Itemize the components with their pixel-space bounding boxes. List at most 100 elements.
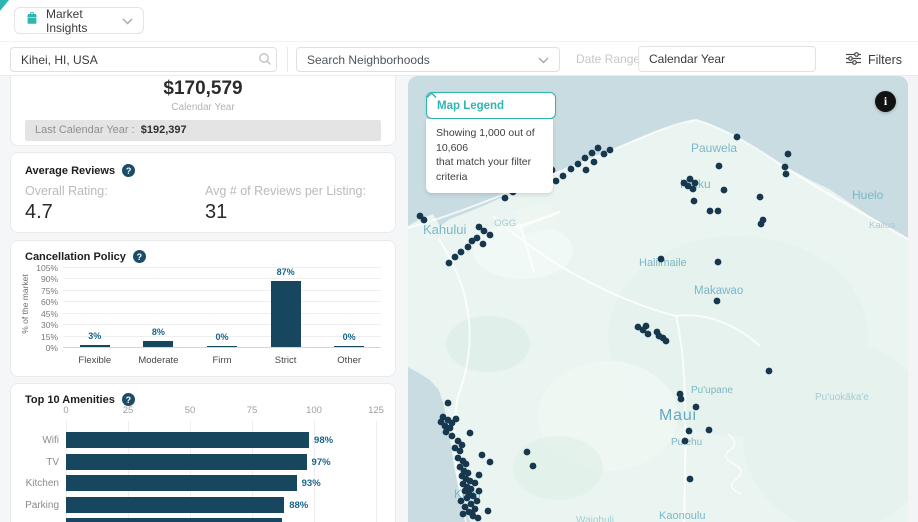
bar-partial bbox=[66, 518, 282, 522]
listing-dot[interactable] bbox=[681, 437, 689, 445]
listing-dot[interactable] bbox=[600, 150, 608, 158]
listing-dot[interactable] bbox=[445, 259, 453, 267]
listing-dot[interactable] bbox=[644, 330, 652, 338]
listing-dot[interactable] bbox=[782, 170, 790, 178]
listing-dot[interactable] bbox=[574, 160, 582, 168]
listing-dot[interactable] bbox=[657, 255, 665, 263]
listing-dot[interactable] bbox=[757, 220, 765, 228]
listing-dot[interactable] bbox=[692, 403, 700, 411]
listing-dot[interactable] bbox=[464, 469, 472, 477]
listing-dot[interactable] bbox=[448, 432, 456, 440]
listing-dot[interactable] bbox=[466, 429, 474, 437]
map-legend-description: Showing 1,000 out of 10,606 that match y… bbox=[426, 119, 553, 193]
listing-dot[interactable] bbox=[479, 240, 487, 248]
listing-dot[interactable] bbox=[471, 479, 479, 487]
map-place-label: Pu'upane bbox=[691, 385, 733, 396]
listing-dot[interactable] bbox=[582, 166, 590, 174]
bar-other bbox=[334, 345, 365, 347]
listing-dot[interactable] bbox=[475, 471, 483, 479]
map-legend-toggle[interactable]: Map Legend bbox=[426, 92, 556, 119]
average-reviews-card: Average Reviews ? Overall Rating: 4.7 Av… bbox=[10, 152, 396, 233]
listing-dot[interactable] bbox=[468, 237, 476, 245]
help-icon[interactable]: ? bbox=[122, 164, 136, 177]
bar-value-label: 8% bbox=[151, 326, 165, 337]
listing-dot[interactable] bbox=[463, 494, 471, 502]
listing-dot[interactable] bbox=[590, 158, 598, 166]
listing-dot[interactable] bbox=[686, 475, 694, 483]
listing-dot[interactable] bbox=[765, 367, 773, 375]
listing-dot[interactable] bbox=[458, 441, 466, 449]
right-gutter bbox=[908, 76, 918, 522]
y-axis-tick: 105% bbox=[36, 263, 58, 273]
x-axis-tick: 125 bbox=[368, 405, 384, 416]
listing-dot[interactable] bbox=[420, 216, 428, 224]
map-place-label: Waiohuli bbox=[576, 515, 614, 522]
listing-dot[interactable] bbox=[567, 165, 575, 173]
date-range-input[interactable] bbox=[638, 46, 816, 72]
listing-dot[interactable] bbox=[444, 399, 452, 407]
listing-dot[interactable] bbox=[720, 186, 728, 194]
listing-dot[interactable] bbox=[464, 243, 472, 251]
listing-dot[interactable] bbox=[653, 328, 661, 336]
bar-category-label: Kitchen bbox=[25, 478, 59, 489]
listing-dot[interactable] bbox=[452, 415, 460, 423]
filters-button[interactable]: Filters bbox=[845, 42, 902, 77]
revenue-card: $170,579 Calendar Year Last Calendar Yea… bbox=[10, 76, 396, 146]
listing-dot[interactable] bbox=[468, 509, 476, 517]
listing-dot[interactable] bbox=[662, 337, 670, 345]
listing-dot[interactable] bbox=[437, 418, 445, 426]
listing-dot[interactable] bbox=[457, 497, 465, 505]
listing-dot[interactable] bbox=[474, 514, 482, 522]
listing-dot[interactable] bbox=[456, 447, 464, 455]
listing-dot[interactable] bbox=[705, 426, 713, 434]
listing-dot[interactable] bbox=[691, 179, 699, 187]
listing-dot[interactable] bbox=[685, 427, 693, 435]
listing-dot[interactable] bbox=[451, 253, 459, 261]
cancellation-policy-chart: 0% 15% 30% 45% 60% 75% 90% 105%% of the market 3… bbox=[11, 241, 395, 376]
listing-dot[interactable] bbox=[478, 451, 486, 459]
listing-dot[interactable] bbox=[462, 460, 470, 468]
listing-dot[interactable] bbox=[442, 428, 450, 436]
listing-dot[interactable] bbox=[588, 149, 596, 157]
listing-dot[interactable] bbox=[486, 231, 494, 239]
listing-dot[interactable] bbox=[559, 172, 567, 180]
bar-value-label: 88% bbox=[289, 499, 309, 511]
bar-moderate bbox=[143, 340, 174, 347]
listing-dot[interactable] bbox=[473, 497, 481, 505]
market-insights-menu[interactable]: Market Insights bbox=[14, 7, 144, 35]
stats-column[interactable]: $170,579 Calendar Year Last Calendar Yea… bbox=[10, 76, 396, 522]
listing-dot[interactable] bbox=[581, 154, 589, 162]
info-icon[interactable]: i bbox=[875, 91, 896, 112]
y-axis-tick: 60% bbox=[40, 297, 58, 308]
average-reviews-title: Average Reviews ? bbox=[25, 164, 381, 177]
listing-dot[interactable] bbox=[486, 458, 494, 466]
listing-dot[interactable] bbox=[714, 258, 722, 266]
listing-dot[interactable] bbox=[733, 133, 741, 141]
listing-dot[interactable] bbox=[715, 162, 723, 170]
listing-dot[interactable] bbox=[475, 487, 483, 495]
listing-dot[interactable] bbox=[677, 395, 685, 403]
listing-dot[interactable] bbox=[523, 448, 531, 456]
listing-dot[interactable] bbox=[784, 150, 792, 158]
listing-dot[interactable] bbox=[756, 193, 764, 201]
listing-dot[interactable] bbox=[706, 207, 714, 215]
listing-dot[interactable] bbox=[457, 248, 465, 256]
listing-dot[interactable] bbox=[689, 185, 697, 193]
listing-dot[interactable] bbox=[680, 179, 688, 187]
location-search-input[interactable] bbox=[10, 47, 277, 72]
listing-dot[interactable] bbox=[480, 227, 488, 235]
listing-dot[interactable] bbox=[714, 207, 722, 215]
listing-dot[interactable] bbox=[606, 146, 614, 154]
bar-parking bbox=[66, 496, 285, 513]
listing-dot[interactable] bbox=[781, 163, 789, 171]
neighborhood-select[interactable]: Search Neighborhoods bbox=[296, 47, 560, 72]
listing-dot[interactable] bbox=[594, 144, 602, 152]
listing-dot[interactable] bbox=[690, 197, 698, 205]
listing-dot[interactable] bbox=[501, 194, 509, 202]
map-canvas[interactable]: KahuluiOGGPauwelaHaikuHueloKailuaHaliima… bbox=[408, 76, 908, 522]
listing-dot[interactable] bbox=[529, 462, 537, 470]
listing-dot[interactable] bbox=[713, 297, 721, 305]
chevron-down-icon bbox=[538, 53, 549, 67]
listing-dot[interactable] bbox=[484, 507, 492, 515]
listing-dot[interactable] bbox=[459, 510, 467, 518]
